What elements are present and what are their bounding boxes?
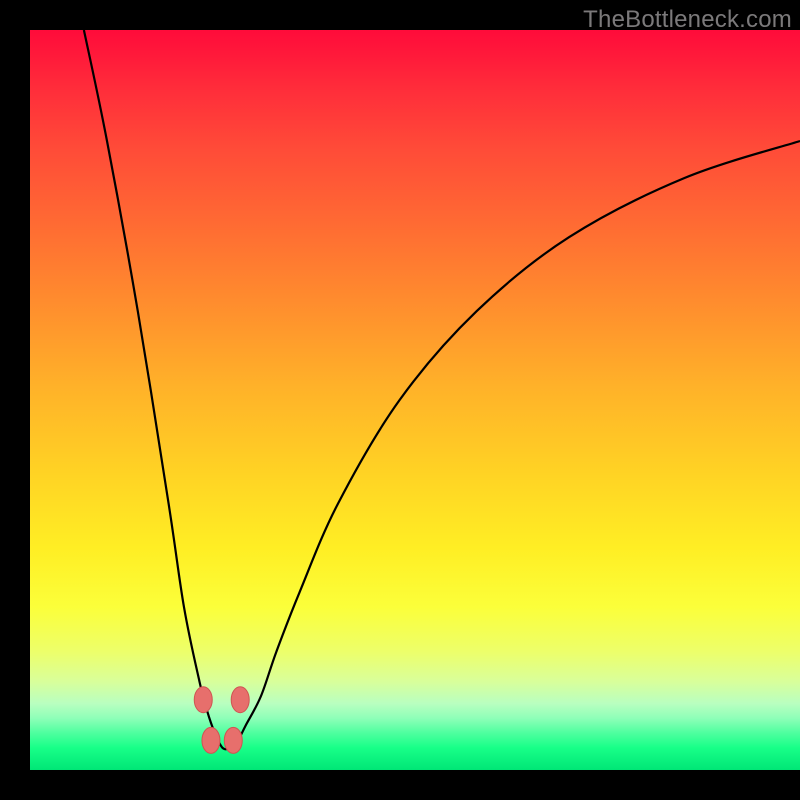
curve-marker-1	[231, 687, 249, 713]
curve-marker-3	[224, 727, 242, 753]
watermark-label: TheBottleneck.com	[583, 6, 792, 34]
plot-area	[30, 30, 800, 770]
bottleneck-curve-svg	[30, 30, 800, 770]
chart-stage: TheBottleneck.com	[0, 0, 800, 800]
curve-marker-0	[194, 687, 212, 713]
curve-marker-2	[202, 727, 220, 753]
bottleneck-curve-path	[84, 30, 800, 749]
markers-group	[194, 687, 249, 754]
